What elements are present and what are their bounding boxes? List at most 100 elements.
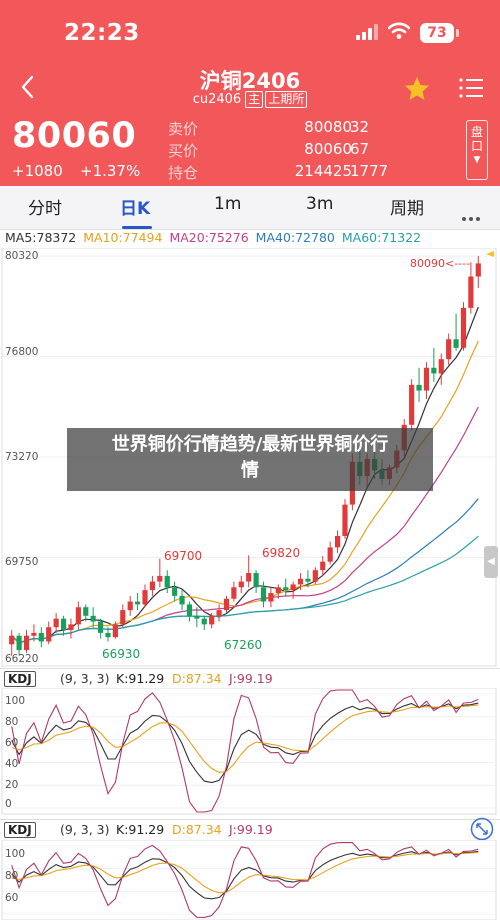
tab-1m[interactable]: 1m: [214, 194, 241, 214]
status-bar: 22:23 73: [0, 0, 500, 62]
candle-body: [142, 590, 148, 605]
candle-body: [90, 615, 96, 622]
battery-tip: [456, 29, 459, 37]
candle-body: [216, 610, 222, 616]
candle-body: [290, 584, 296, 591]
candle-body: [120, 610, 126, 625]
ma-legend: MA5:78372 MA10:77494 MA20:75276 MA40:727…: [5, 230, 424, 245]
kdj-tick: 100: [5, 848, 26, 860]
tab-period[interactable]: 周期: [390, 194, 424, 219]
y-tick-label: 69750: [5, 556, 39, 568]
candle-body: [209, 615, 215, 625]
bid-price: 80060: [304, 140, 352, 158]
candle-body: [320, 561, 326, 571]
kdj-tick: 60: [5, 737, 19, 749]
chevron-left-icon: ◀: [487, 556, 495, 567]
candle-body: [31, 632, 37, 636]
kdj-header-2: KDJ (9, 3, 3) K:91.29 D:87.34 J:99.19: [0, 819, 500, 839]
kdj-line: [11, 702, 479, 784]
candle-body: [53, 618, 59, 628]
kdj-tag[interactable]: KDJ: [4, 822, 36, 838]
ma5-value: MA5:78372: [5, 230, 77, 245]
kdj-tick: 20: [5, 779, 19, 791]
bid-label: 买价: [168, 142, 199, 160]
ask-qty: 32: [350, 118, 370, 136]
candle-body: [127, 601, 133, 611]
kdj-params: (9, 3, 3): [60, 822, 110, 837]
last-high-annotation: 80090<----: [410, 257, 471, 270]
open-interest-row: 持仓 214425 1777: [168, 162, 408, 184]
kdj-chart: [1, 688, 497, 815]
kdj-d-value: D:87.34: [172, 822, 222, 837]
favorite-star-icon[interactable]: [402, 74, 432, 104]
contract-code: cu2406: [192, 92, 242, 107]
candle-body: [446, 339, 452, 360]
candle-body: [238, 581, 244, 588]
ask-row: 卖价 80080 32: [168, 118, 408, 140]
exchange-tag: 上期所: [265, 91, 308, 108]
caption-overlay: 世界铜价行情趋势/最新世界铜价行 情: [67, 428, 433, 491]
candle-body: [186, 604, 193, 616]
candle-body: [179, 595, 185, 605]
candle-body: [60, 618, 67, 631]
battery-icon: 73: [420, 23, 454, 43]
signal-icon: [356, 24, 378, 40]
ask-price: 80080: [304, 118, 352, 136]
header: 沪铜2406 cu2406 主上期所: [0, 62, 500, 116]
drawer-handle[interactable]: ◀: [484, 546, 498, 578]
kdj-k-value: K:91.29: [116, 671, 165, 686]
candle-body: [23, 635, 30, 651]
low-annotation: 67260: [224, 638, 263, 652]
candle-body: [149, 581, 156, 591]
kdj-tick: 80: [5, 716, 19, 728]
expand-icon[interactable]: [470, 817, 494, 841]
tab-intraday[interactable]: 分时: [28, 194, 62, 219]
candle-body: [297, 578, 304, 585]
menu-icon[interactable]: [458, 76, 484, 100]
candle-body: [305, 578, 311, 582]
tab-3m[interactable]: 3m: [306, 194, 333, 214]
y-tick-label: 73270: [5, 451, 39, 463]
more-icon[interactable]: [462, 206, 483, 225]
main-contract-tag: 主: [245, 91, 264, 108]
candle-body: [468, 276, 474, 308]
caption-line-2: 情: [241, 460, 259, 481]
caption-line-1: 世界铜价行情趋势/最新世界铜价行: [111, 434, 389, 455]
candle-body: [312, 570, 318, 582]
candle-body: [268, 592, 274, 602]
kdj-tick: 80: [5, 870, 19, 882]
candle-body: [460, 307, 467, 348]
y-tick-label: 80320: [5, 250, 39, 262]
kdj-line: [11, 851, 479, 894]
tab-daily-k[interactable]: 日K: [120, 194, 150, 219]
oi-value: 214425: [294, 162, 352, 180]
orderbook-label: 盘口: [471, 125, 484, 153]
candle-body: [172, 587, 178, 596]
candle-body: [105, 632, 111, 638]
y-tick-label: 66220: [5, 653, 39, 665]
kdj-tag[interactable]: KDJ: [4, 671, 36, 687]
kdj-tick: 40: [5, 758, 19, 770]
chevron-down-icon: ▼: [473, 155, 481, 165]
candle-body: [46, 627, 52, 642]
kdj-header: KDJ (9, 3, 3) K:91.29 D:87.34 J:99.19: [0, 668, 500, 688]
y-tick-label: 76800: [5, 346, 39, 358]
candle-body: [223, 598, 230, 611]
candle-body: [275, 587, 281, 593]
period-tabs: 分时 日K 1m 3m 周期: [0, 186, 500, 230]
candle-body: [97, 621, 104, 633]
ma20-value: MA20:75276: [169, 230, 249, 245]
candle-body: [194, 615, 200, 619]
candle-body: [16, 635, 22, 651]
low-annotation: 66930: [102, 647, 141, 661]
candle-body: [201, 618, 207, 625]
high-annotation: 69700: [164, 549, 203, 563]
candle-body: [260, 587, 267, 602]
candle-body: [231, 587, 237, 599]
candle-body: [423, 367, 430, 391]
kdj-tick: 0: [5, 798, 12, 810]
ma40-value: MA40:72780: [255, 230, 335, 245]
orderbook-button[interactable]: 盘口 ▼: [466, 120, 488, 180]
candle-body: [38, 632, 44, 642]
candle-body: [475, 263, 481, 277]
